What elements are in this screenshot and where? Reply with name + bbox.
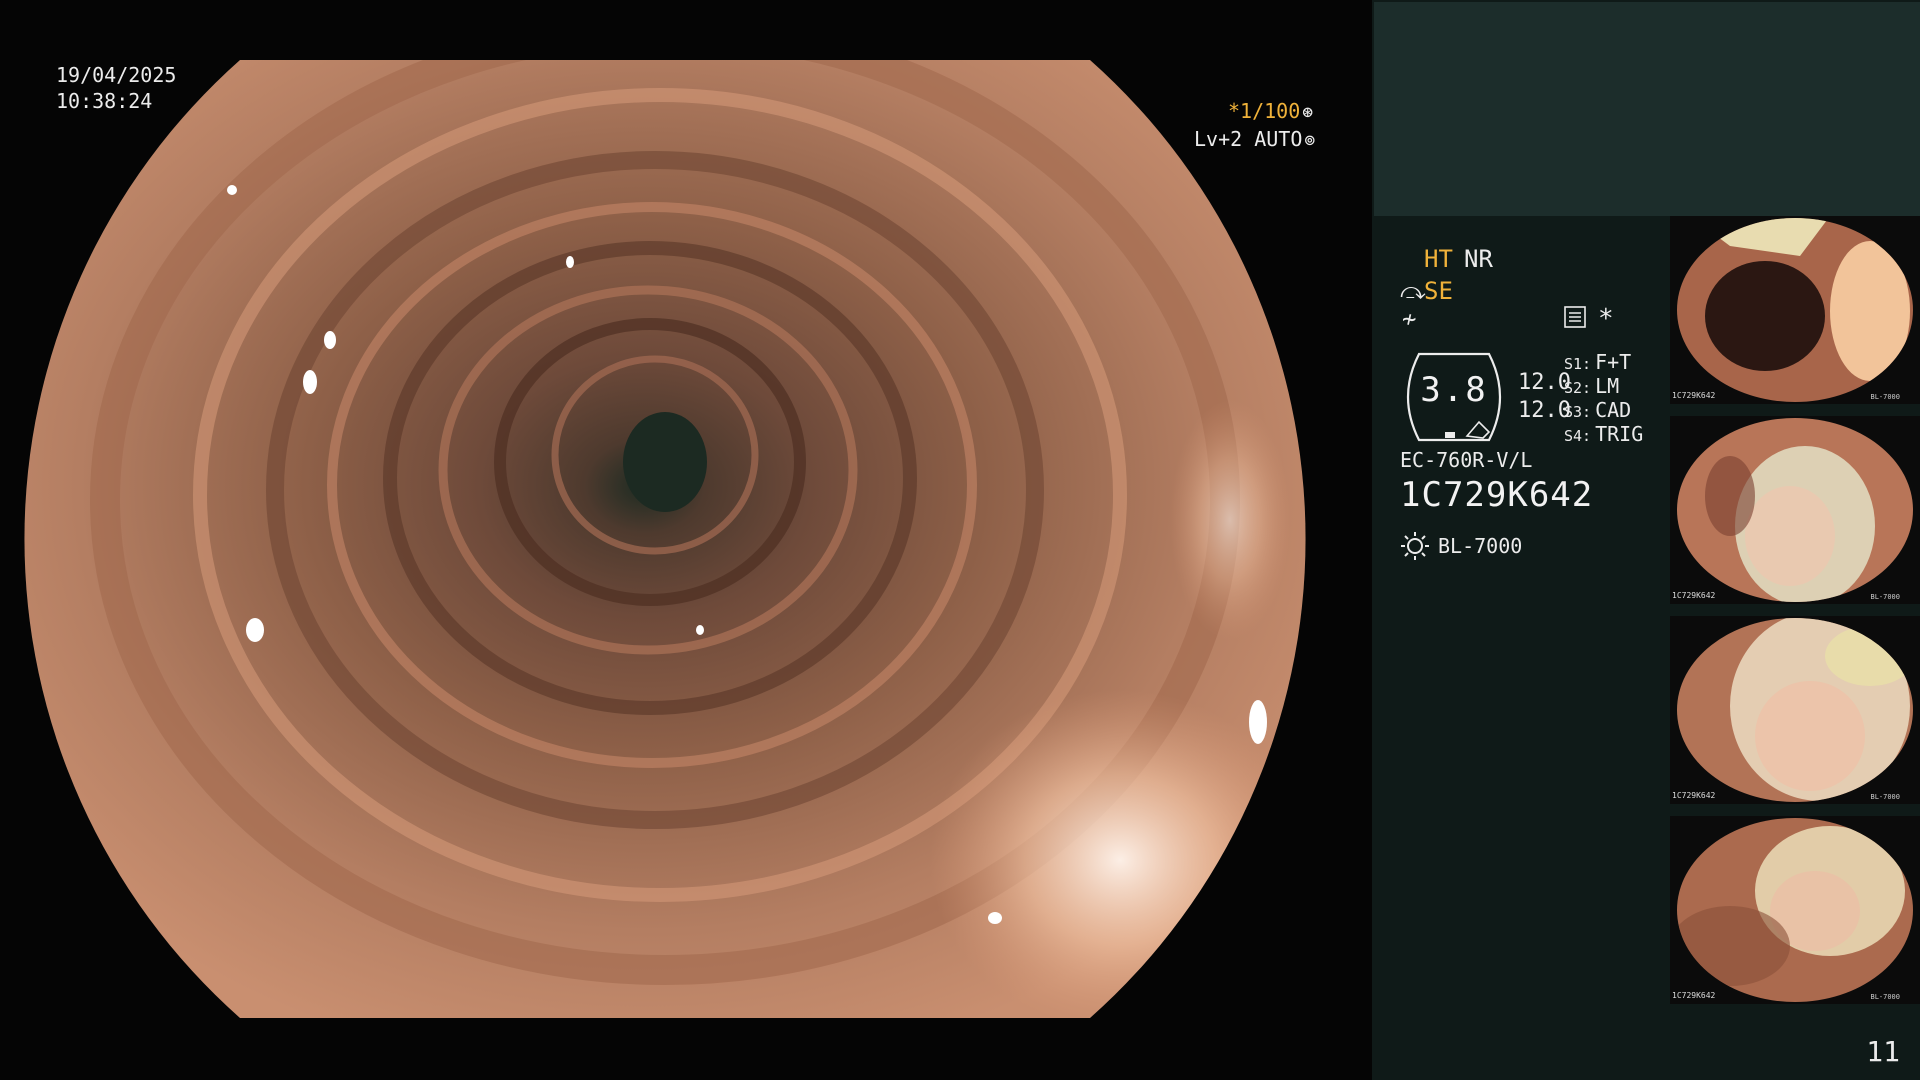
thumbnail-image xyxy=(1677,218,1913,402)
thumbnail-serial: 1C729K642 xyxy=(1672,791,1716,800)
scope-switch-s3: S3: CAD xyxy=(1564,398,1632,422)
iris-mode-label: Lv+2 AUTO xyxy=(1194,127,1303,151)
asterisk-icon: * xyxy=(1598,304,1614,334)
thumbnail-1[interactable]: 1C729K642 BL-7000 xyxy=(1670,216,1920,404)
thumbnail-4[interactable]: 1C729K642 BL-7000 xyxy=(1670,816,1920,1004)
aperture-icon: ⊛ xyxy=(1302,102,1314,123)
mode-nr-label: NR xyxy=(1464,245,1493,273)
thumbnail-2[interactable]: 1C729K642 BL-7000 xyxy=(1670,416,1920,604)
thumbnail-light: BL-7000 xyxy=(1870,793,1900,801)
iris-icon: ⊚ xyxy=(1304,130,1316,151)
scope-serial-label: 1C729K642 xyxy=(1400,475,1594,515)
page-number: 11 xyxy=(1866,1035,1900,1068)
scope-switch-s4: S4: TRIG xyxy=(1564,422,1644,446)
datetime-overlay: 19/04/2025 10:38:24 xyxy=(56,62,176,114)
shutter-speed-label: 1/100 xyxy=(1240,99,1301,123)
endoscope-main-view: 19/04/2025 10:38:24 *1/100 ⊛ Lv+2 AUTO ⊚ xyxy=(0,0,1372,1080)
thumbnail-3[interactable]: 1C729K642 BL-7000 xyxy=(1670,616,1920,804)
thumbnail-image xyxy=(1677,818,1913,1002)
scope-switch-s2: S2: LM xyxy=(1564,374,1620,398)
thumbnail-serial: 1C729K642 xyxy=(1672,391,1716,400)
mode-ht-label: HT xyxy=(1424,245,1453,273)
thumbnail-light: BL-7000 xyxy=(1870,993,1900,1001)
date-label: 19/04/2025 xyxy=(56,63,177,87)
time-label: 10:38:24 xyxy=(56,89,153,113)
mode-se-label: SE xyxy=(1424,277,1453,305)
thumbnail-serial: 1C729K642 xyxy=(1672,991,1716,1000)
endoscope-image xyxy=(24,60,1306,1018)
info-top-band xyxy=(1374,2,1920,216)
gauge-value: 3.8 xyxy=(1420,370,1488,410)
wave-icon: ≁ xyxy=(1402,305,1417,333)
thumbnail-light: BL-7000 xyxy=(1870,593,1900,601)
thumbnail-image xyxy=(1677,418,1913,602)
scope-switch-s1: S1: F+T xyxy=(1564,350,1632,374)
thumbnail-serial: 1C729K642 xyxy=(1672,591,1716,600)
sun-icon xyxy=(1401,532,1429,560)
settings-list-icon xyxy=(1564,306,1586,328)
light-source-label: BL-7000 xyxy=(1438,534,1523,558)
enhance-icon: ⤼ xyxy=(1400,277,1426,305)
scope-model-label: EC-760R-V/L xyxy=(1400,448,1533,472)
thumbnail-light: BL-7000 xyxy=(1870,393,1900,401)
shutter-overlay: *1/100 ⊛ Lv+2 AUTO ⊚ xyxy=(1194,98,1372,154)
thumbnail-image xyxy=(1677,618,1913,802)
shutter-prefix: * xyxy=(1228,99,1241,123)
